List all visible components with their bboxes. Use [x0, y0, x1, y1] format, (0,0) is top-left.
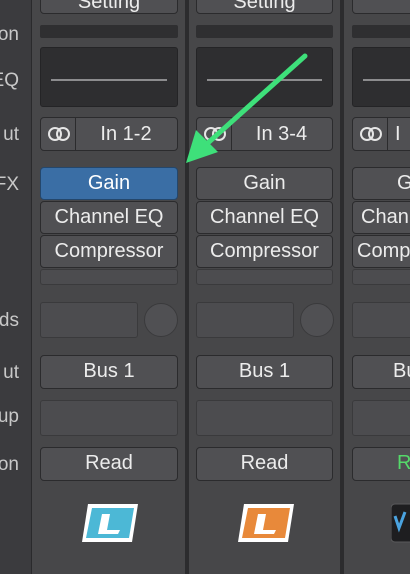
annotation-arrow-icon	[186, 53, 308, 163]
